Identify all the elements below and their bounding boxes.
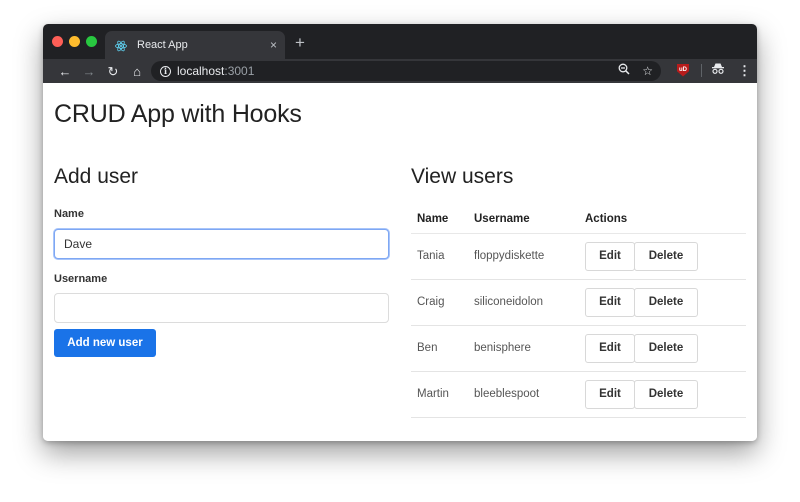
user-username: bleeblespoot — [468, 371, 579, 418]
user-username: floppydiskette — [468, 233, 579, 280]
table-row: Ben benisphere Edit Delete — [411, 325, 746, 372]
edit-button[interactable]: Edit — [585, 333, 635, 363]
toolbar-separator — [701, 63, 702, 77]
user-name: Ben — [411, 325, 468, 372]
browser-menu-icon[interactable]: ⋮ — [738, 64, 751, 77]
username-label: Username — [54, 273, 108, 285]
edit-button[interactable]: Edit — [585, 379, 635, 409]
new-tab-button[interactable]: + — [295, 34, 305, 51]
edit-button[interactable]: Edit — [585, 241, 635, 271]
ublock-extension-icon[interactable]: uD — [677, 63, 689, 77]
user-actions: Edit Delete — [579, 233, 746, 280]
user-name: Martin — [411, 371, 468, 418]
user-actions: Edit Delete — [579, 325, 746, 372]
delete-button[interactable]: Delete — [634, 333, 698, 363]
add-new-user-button[interactable]: Add new user — [54, 329, 156, 357]
user-actions: Edit Delete — [579, 279, 746, 326]
bookmark-star-icon[interactable]: ☆ — [642, 63, 653, 79]
table-header-row: Name Username Actions — [411, 205, 746, 234]
column-header-name: Name — [411, 205, 468, 234]
delete-button[interactable]: Delete — [634, 287, 698, 317]
forward-button[interactable]: → — [77, 65, 101, 78]
page-title: CRUD App with Hooks — [54, 100, 302, 128]
name-input[interactable] — [54, 229, 389, 259]
delete-button[interactable]: Delete — [634, 241, 698, 271]
table-row: Craig siliconeidolon Edit Delete — [411, 279, 746, 326]
browser-toolbar: ← → ↻ ⌂ i localhost:3001 ☆ uD ⋮ — [43, 59, 757, 83]
user-username: siliconeidolon — [468, 279, 579, 326]
react-logo-icon — [115, 39, 127, 52]
user-actions: Edit Delete — [579, 371, 746, 418]
maximize-window-button[interactable] — [86, 36, 97, 47]
home-button[interactable]: ⌂ — [125, 65, 149, 78]
user-username: benisphere — [468, 325, 579, 372]
address-bar[interactable]: i localhost:3001 ☆ — [151, 61, 661, 81]
users-table: Name Username Actions Tania floppydisket… — [411, 205, 746, 418]
reload-button[interactable]: ↻ — [101, 65, 125, 78]
page-content: CRUD App with Hooks Add user Name Userna… — [43, 83, 757, 441]
url-host: localhost — [177, 64, 225, 78]
table-row: Tania floppydiskette Edit Delete — [411, 233, 746, 280]
incognito-icon[interactable] — [712, 63, 724, 77]
add-user-heading: Add user — [54, 165, 139, 188]
name-label: Name — [54, 208, 84, 220]
info-icon[interactable]: i — [160, 65, 171, 77]
delete-button[interactable]: Delete — [634, 379, 698, 409]
browser-tab[interactable]: React App × — [105, 31, 285, 59]
user-name: Craig — [411, 279, 468, 326]
zoom-out-icon[interactable] — [618, 63, 630, 79]
browser-window: React App × + ← → ↻ ⌂ i localhost:3001 ☆… — [43, 24, 757, 441]
minimize-window-button[interactable] — [69, 36, 80, 47]
tab-title: React App — [137, 39, 188, 51]
user-name: Tania — [411, 233, 468, 280]
column-header-actions: Actions — [579, 205, 746, 234]
edit-button[interactable]: Edit — [585, 287, 635, 317]
extensions-area: uD ⋮ — [677, 63, 751, 77]
window-controls — [52, 36, 97, 47]
view-users-heading: View users — [411, 165, 514, 188]
close-window-button[interactable] — [52, 36, 63, 47]
title-bar: React App × + — [43, 24, 757, 59]
username-input[interactable] — [54, 293, 389, 323]
back-button[interactable]: ← — [53, 65, 77, 78]
url-port: :3001 — [224, 64, 255, 78]
table-row: Martin bleeblespoot Edit Delete — [411, 371, 746, 418]
column-header-username: Username — [468, 205, 579, 234]
close-tab-icon[interactable]: × — [270, 39, 277, 51]
